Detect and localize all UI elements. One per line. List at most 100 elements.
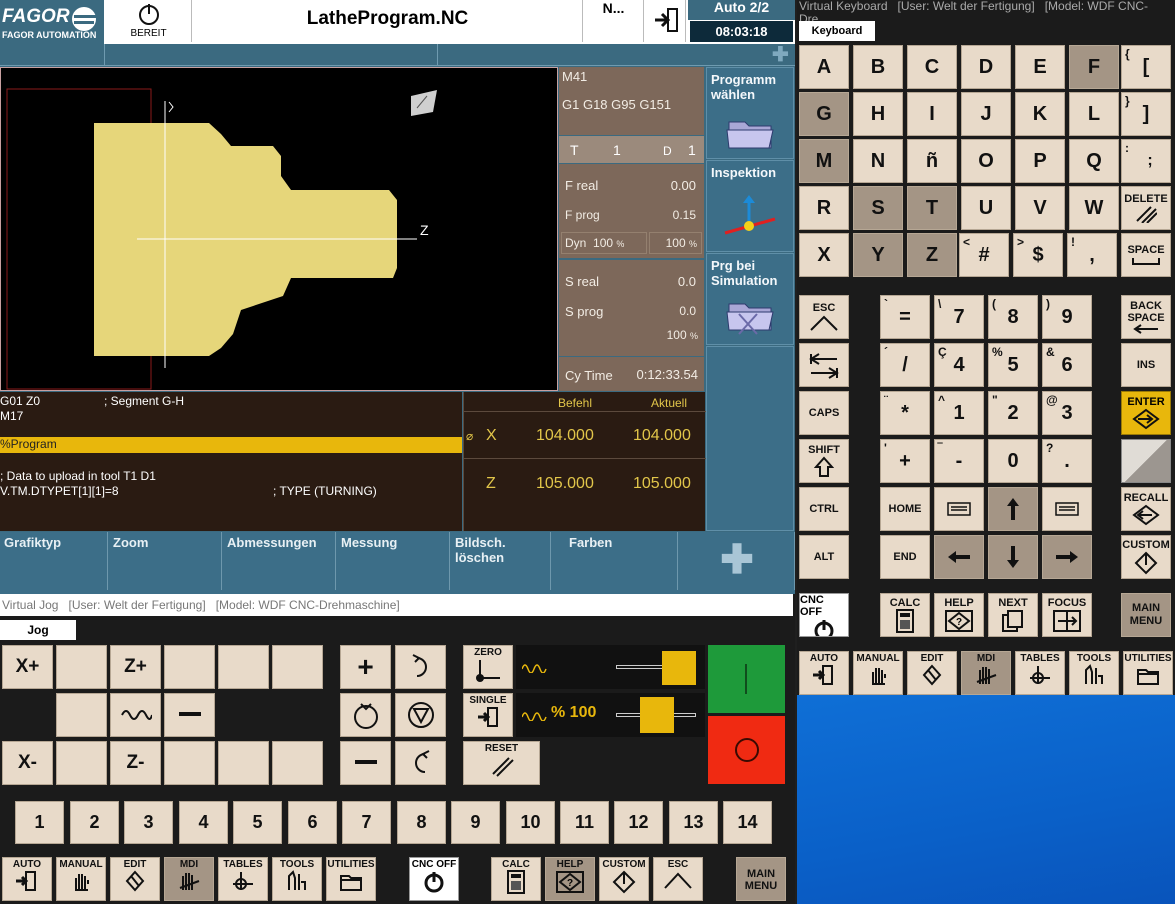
key-o[interactable]: O	[961, 139, 1011, 183]
jog-z-plus-button[interactable]: Z+	[110, 645, 161, 689]
numbered-key-13[interactable]: 13	[669, 801, 718, 844]
jog-x-plus-button[interactable]: X+	[2, 645, 53, 689]
numbered-key-8[interactable]: 8	[397, 801, 446, 844]
kb-mdi-button[interactable]: MDI	[961, 651, 1011, 695]
key-tab[interactable]	[799, 343, 849, 387]
kb-edit-button[interactable]: EDIT	[907, 651, 957, 695]
key-m[interactable]: M	[799, 139, 849, 183]
key-7[interactable]: \ 7	[934, 295, 984, 339]
key-c[interactable]: C	[907, 45, 957, 89]
key-4[interactable]: Ç4	[934, 343, 984, 387]
ready-button[interactable]: BEREIT	[106, 0, 192, 42]
softkey-more[interactable]: ✚	[680, 532, 795, 590]
jog-edit-button[interactable]: EDIT	[110, 857, 160, 901]
key-w[interactable]: W	[1069, 186, 1119, 230]
key-home[interactable]: HOME	[880, 487, 930, 531]
jog-rapid-button[interactable]	[110, 693, 161, 737]
graphics-view[interactable]: Z	[0, 67, 558, 391]
jog-x-minus-button[interactable]: X-	[2, 741, 53, 785]
jog-empty-7[interactable]	[164, 741, 215, 785]
cycle-start-button[interactable]	[708, 645, 785, 713]
jog-empty-1[interactable]	[56, 645, 107, 689]
spindle-stop-button[interactable]	[395, 693, 446, 737]
jog-esc-button[interactable]: ESC	[653, 857, 703, 901]
numbered-key-2[interactable]: 2	[70, 801, 119, 844]
keyboard-tab[interactable]: Keyboard	[799, 21, 875, 41]
next-page-button[interactable]	[646, 0, 686, 42]
numbered-key-11[interactable]: 11	[560, 801, 609, 844]
feed-override-slider[interactable]: % 100	[516, 693, 705, 737]
key-recall[interactable]: RECALL	[1121, 487, 1171, 531]
kb-focus-button[interactable]: FOCUS	[1042, 593, 1092, 637]
key-arrow-down[interactable]	[988, 535, 1038, 579]
softkey-zoom[interactable]: Zoom	[109, 532, 222, 590]
key-2[interactable]: " 2	[988, 391, 1038, 435]
jog-tables-button[interactable]: TABLES	[218, 857, 268, 901]
key-arrow-up[interactable]	[988, 487, 1038, 531]
key-blank[interactable]	[1121, 439, 1171, 483]
key-end[interactable]: END	[880, 535, 930, 579]
reset-button[interactable]: RESET	[463, 741, 540, 785]
inspection-button[interactable]: Inspektion	[706, 160, 794, 252]
softkey-grafiktyp[interactable]: Grafiktyp	[0, 532, 108, 590]
key-0[interactable]: 0	[988, 439, 1038, 483]
cycle-stop-button[interactable]	[708, 716, 785, 784]
key-ins[interactable]: INS	[1121, 343, 1171, 387]
key-f[interactable]: F	[1069, 45, 1119, 89]
key-9[interactable]: ) 9	[1042, 295, 1092, 339]
key-backspace[interactable]: BACK SPACE	[1121, 295, 1171, 339]
jog-custom-button[interactable]: CUSTOM	[599, 857, 649, 901]
jog-minus-wide-button[interactable]	[164, 693, 215, 737]
softkey-messung[interactable]: Messung	[337, 532, 450, 590]
key-8[interactable]: (8	[988, 295, 1038, 339]
key-j[interactable]: J	[961, 92, 1011, 136]
numbered-key-12[interactable]: 12	[614, 801, 663, 844]
key-p[interactable]: P	[1015, 139, 1065, 183]
key-comma[interactable]: !,	[1067, 233, 1117, 277]
key-minus[interactable]: ‾ -	[934, 439, 984, 483]
jog-empty-5[interactable]	[56, 693, 107, 737]
key-space[interactable]: SPACE	[1121, 233, 1171, 277]
jog-main-menu-button[interactable]: MAIN MENU	[736, 857, 786, 901]
jog-tools-button[interactable]: TOOLS	[272, 857, 322, 901]
numbered-key-7[interactable]: 7	[342, 801, 391, 844]
key-enter[interactable]: ENTER	[1121, 391, 1171, 435]
jog-help-button[interactable]: HELP?	[545, 857, 595, 901]
softkey-abmessungen[interactable]: Abmessungen	[223, 532, 336, 590]
key-d[interactable]: D	[961, 45, 1011, 89]
kb-manual-button[interactable]: MANUAL	[853, 651, 903, 695]
key-asterisk[interactable]: ¨ *	[880, 391, 930, 435]
key-ctrl[interactable]: CTRL	[799, 487, 849, 531]
kb-tools-button[interactable]: TOOLS	[1069, 651, 1119, 695]
kb-next-button[interactable]: NEXT	[988, 593, 1038, 637]
jog-empty-2[interactable]	[164, 645, 215, 689]
feed-override-rapid[interactable]	[516, 645, 705, 689]
key-h[interactable]: H	[853, 92, 903, 136]
key-k[interactable]: K	[1015, 92, 1065, 136]
key-arrow-right[interactable]	[1042, 535, 1092, 579]
select-program-button[interactable]: Programm wählen	[706, 67, 794, 159]
key-page-up[interactable]	[934, 487, 984, 531]
single-block-button[interactable]: SINGLE	[463, 693, 513, 737]
jog-utilities-button[interactable]: UTILITIES	[326, 857, 376, 901]
jog-tab[interactable]: Jog	[0, 620, 76, 640]
key-n[interactable]: N	[853, 139, 903, 183]
spindle-plus-button[interactable]: +	[340, 645, 391, 689]
kb-main-menu-button[interactable]: MAIN MENU	[1121, 593, 1171, 637]
key-delete[interactable]: DELETE	[1121, 186, 1171, 230]
key-1[interactable]: ^ 1	[934, 391, 984, 435]
key-y[interactable]: Y	[853, 233, 903, 277]
jog-mdi-button[interactable]: MDI	[164, 857, 214, 901]
numbered-key-4[interactable]: 4	[179, 801, 228, 844]
numbered-key-1[interactable]: 1	[15, 801, 64, 844]
numbered-key-10[interactable]: 10	[506, 801, 555, 844]
key-5[interactable]: % 5	[988, 343, 1038, 387]
jog-empty-4[interactable]	[272, 645, 323, 689]
kb-cnc-off-button[interactable]: CNC OFF	[799, 593, 849, 637]
numbered-key-9[interactable]: 9	[451, 801, 500, 844]
key-arrow-left[interactable]	[934, 535, 984, 579]
key-3[interactable]: @3	[1042, 391, 1092, 435]
key-e[interactable]: E	[1015, 45, 1065, 89]
key-shift[interactable]: SHIFT	[799, 439, 849, 483]
numbered-key-6[interactable]: 6	[288, 801, 337, 844]
